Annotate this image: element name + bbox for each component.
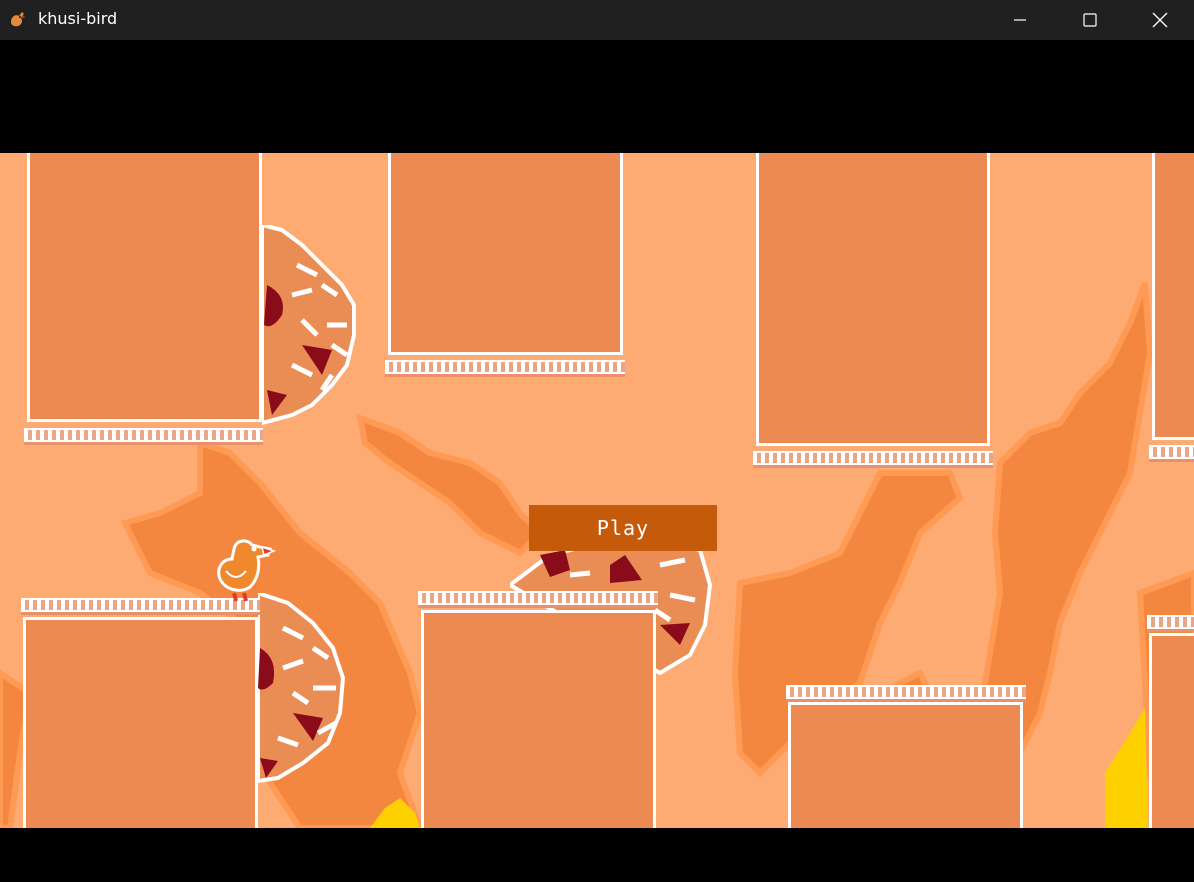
top-pipe [27,153,262,422]
bottom-pipe [788,702,1023,828]
bottom-pipe [1149,633,1194,828]
bottom-pipe-cap [786,685,1026,699]
minimize-button[interactable] [997,0,1043,40]
top-pipe [388,153,623,355]
pizza-slice [262,225,356,425]
bird-player [217,539,277,602]
bottom-pipe [421,610,656,828]
top-pipe-cap [1149,445,1194,459]
close-icon [1152,12,1168,28]
top-pipe-cap [385,360,625,374]
bird-app-icon [11,12,26,27]
bottom-pipe-cap [1147,615,1194,629]
top-pipe-cap [24,428,263,442]
window-titlebar: khusi-bird [0,0,1194,40]
bottom-pipe-cap [418,591,658,605]
letterbox-top [0,40,1194,153]
minimize-icon [1014,19,1026,21]
window-title: khusi-bird [38,9,118,28]
maximize-button[interactable] [1067,0,1113,40]
pizza-slice [258,593,346,783]
game-canvas[interactable]: Play [0,153,1194,828]
bottom-pipe [23,617,258,828]
top-pipe [756,153,990,446]
top-pipe-cap [753,451,993,465]
top-pipe [1152,153,1194,440]
maximize-icon [1083,13,1097,27]
play-button[interactable]: Play [529,505,717,551]
close-button[interactable] [1137,0,1183,40]
letterbox-bottom [0,828,1194,882]
